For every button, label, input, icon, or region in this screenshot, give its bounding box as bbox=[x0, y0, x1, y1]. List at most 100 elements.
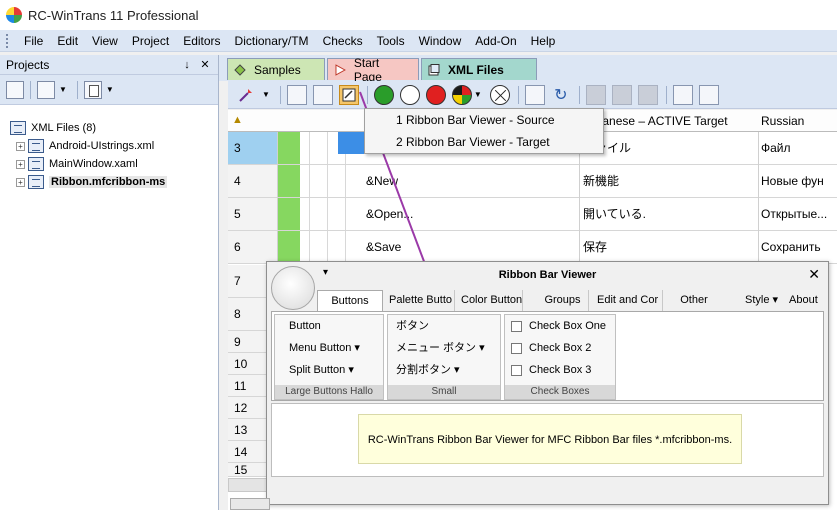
menu-dictionary-tm[interactable]: Dictionary/TM bbox=[228, 30, 316, 52]
menu-help[interactable]: Help bbox=[524, 30, 563, 52]
expand-icon[interactable]: + bbox=[16, 141, 25, 151]
tree-item[interactable]: + Android-UIstrings.xml bbox=[10, 137, 218, 155]
tab-xml-files[interactable]: XML Files bbox=[421, 58, 537, 80]
row-number[interactable]: 15 bbox=[228, 463, 268, 477]
row-number[interactable]: 8 bbox=[228, 298, 268, 331]
close-icon[interactable]: ✕ bbox=[198, 58, 212, 71]
block-icon[interactable] bbox=[637, 84, 658, 105]
menu-window[interactable]: Window bbox=[412, 30, 469, 52]
checkbox-icon[interactable] bbox=[511, 364, 522, 376]
about-button[interactable]: About bbox=[785, 290, 825, 311]
red-status-icon[interactable] bbox=[425, 84, 446, 105]
checkbox-icon[interactable] bbox=[511, 320, 522, 332]
ribbon-tab-color-button[interactable]: Color Button bbox=[457, 290, 523, 311]
multi-status-icon[interactable] bbox=[451, 84, 472, 105]
horizontal-scrollbar[interactable] bbox=[228, 478, 268, 492]
table-row[interactable]: 5 &Open... 開いている. Открытые... bbox=[228, 198, 837, 231]
chevron-down-icon[interactable]: ▼ bbox=[262, 90, 270, 99]
table-row[interactable]: 4 &New 新機能 Новые фун bbox=[228, 165, 837, 198]
application-button[interactable] bbox=[271, 266, 315, 310]
bottom-tab-strip[interactable] bbox=[230, 498, 270, 510]
tree-item-selected[interactable]: + Ribbon.mfcribbon-ms bbox=[10, 173, 218, 191]
menu-project[interactable]: Project bbox=[125, 30, 176, 52]
document-icon[interactable] bbox=[83, 80, 102, 99]
russian-cell[interactable]: Новые фун bbox=[761, 165, 824, 197]
russian-cell[interactable]: Сохранить bbox=[761, 231, 821, 263]
split-button[interactable]: Split Button ▾ bbox=[275, 359, 383, 381]
chevron-down-icon[interactable]: ▼ bbox=[59, 85, 67, 94]
quick-access-dropdown-icon[interactable]: ▾ bbox=[323, 267, 328, 278]
tree-root[interactable]: XML Files (8) bbox=[10, 119, 218, 137]
menu-add-on[interactable]: Add-On bbox=[468, 30, 523, 52]
clear-status-icon[interactable] bbox=[489, 84, 510, 105]
row-number[interactable]: 9 bbox=[228, 331, 268, 353]
menubar-grip-icon[interactable] bbox=[6, 33, 9, 48]
toolbar-separator bbox=[30, 80, 31, 99]
target-cell[interactable]: 新機能 bbox=[583, 165, 619, 197]
refresh-icon[interactable]: ↻ bbox=[551, 85, 571, 105]
window-icon[interactable] bbox=[698, 84, 719, 105]
source-cell[interactable]: &Save bbox=[366, 231, 401, 263]
source-cell[interactable]: &New bbox=[366, 165, 398, 197]
ribbon-tab-groups[interactable]: Groups bbox=[537, 290, 589, 311]
add-project-icon[interactable] bbox=[6, 80, 24, 99]
pin-icon[interactable]: ↓ bbox=[180, 59, 194, 71]
properties-icon[interactable] bbox=[37, 80, 55, 99]
tree-item[interactable]: + MainWindow.xaml bbox=[10, 155, 218, 173]
resize-icon[interactable] bbox=[524, 84, 545, 105]
row-number[interactable]: 10 bbox=[228, 353, 268, 375]
ribbon-tab-buttons[interactable]: Buttons bbox=[317, 290, 383, 311]
list-icon[interactable] bbox=[611, 84, 632, 105]
check-box-one[interactable]: Check Box One bbox=[505, 315, 615, 337]
target-cell[interactable]: 保存 bbox=[583, 231, 607, 263]
expand-icon[interactable]: + bbox=[16, 177, 25, 187]
align-icon[interactable] bbox=[585, 84, 606, 105]
russian-cell[interactable]: Открытые... bbox=[761, 198, 827, 230]
small-split-button[interactable]: 分割ボタン ▾ bbox=[388, 359, 500, 381]
menu-item-viewer-target[interactable]: 2 Ribbon Bar Viewer - Target bbox=[365, 131, 603, 153]
russian-cell[interactable]: Файл bbox=[761, 132, 791, 164]
small-button[interactable]: ボタン bbox=[388, 315, 500, 337]
style-menu[interactable]: Style ▾ bbox=[741, 290, 785, 311]
menu-button[interactable]: Menu Button ▾ bbox=[275, 337, 383, 359]
source-cell[interactable]: &Open... bbox=[366, 198, 413, 230]
column-icon[interactable] bbox=[286, 84, 307, 105]
menu-item-viewer-source[interactable]: 1 Ribbon Bar Viewer - Source bbox=[365, 109, 603, 131]
tab-start-page[interactable]: Start Page bbox=[327, 56, 419, 84]
ribbon-tab-other[interactable]: Other bbox=[671, 290, 717, 311]
row-number[interactable]: 7 bbox=[228, 265, 268, 298]
ribbon-viewer-icon[interactable] bbox=[338, 84, 359, 105]
menu-view[interactable]: View bbox=[85, 30, 125, 52]
row-number[interactable]: 11 bbox=[228, 375, 268, 397]
tab-samples[interactable]: Samples bbox=[227, 58, 325, 80]
menu-file[interactable]: File bbox=[17, 30, 50, 52]
menu-tools[interactable]: Tools bbox=[370, 30, 412, 52]
table-row[interactable]: 6 &Save 保存 Сохранить bbox=[228, 231, 837, 264]
small-menu-button[interactable]: メニュー ボタン ▾ bbox=[388, 337, 500, 359]
row-number[interactable]: 13 bbox=[228, 419, 268, 441]
column-header-target[interactable]: Japanese – ACTIVE Target bbox=[583, 114, 728, 128]
button-button[interactable]: Button bbox=[275, 315, 383, 337]
cell bbox=[336, 231, 346, 263]
wand-icon[interactable] bbox=[236, 85, 256, 105]
ribbon-tab-edit-and-controls[interactable]: Edit and Cor bbox=[593, 290, 663, 311]
split-horizontal-icon[interactable] bbox=[672, 84, 693, 105]
chevron-down-icon[interactable]: ▼ bbox=[474, 90, 482, 99]
chevron-down-icon[interactable]: ▼ bbox=[106, 85, 114, 94]
check-box-3[interactable]: Check Box 3 bbox=[505, 359, 615, 381]
menu-edit[interactable]: Edit bbox=[50, 30, 85, 52]
green-status-icon[interactable] bbox=[373, 84, 394, 105]
table-view-icon[interactable] bbox=[312, 84, 333, 105]
row-number[interactable]: 14 bbox=[228, 441, 268, 463]
white-status-icon[interactable] bbox=[399, 84, 420, 105]
row-number[interactable]: 12 bbox=[228, 397, 268, 419]
ribbon-tab-palette-buttons[interactable]: Palette Butto bbox=[385, 290, 455, 311]
target-cell[interactable]: 開いている. bbox=[583, 198, 646, 230]
menu-checks[interactable]: Checks bbox=[316, 30, 370, 52]
checkbox-icon[interactable] bbox=[511, 342, 522, 354]
check-box-2[interactable]: Check Box 2 bbox=[505, 337, 615, 359]
close-icon[interactable]: ✕ bbox=[808, 266, 820, 283]
expand-icon[interactable]: + bbox=[16, 159, 25, 169]
menu-editors[interactable]: Editors bbox=[176, 30, 227, 52]
column-header-russian[interactable]: Russian bbox=[761, 114, 804, 128]
